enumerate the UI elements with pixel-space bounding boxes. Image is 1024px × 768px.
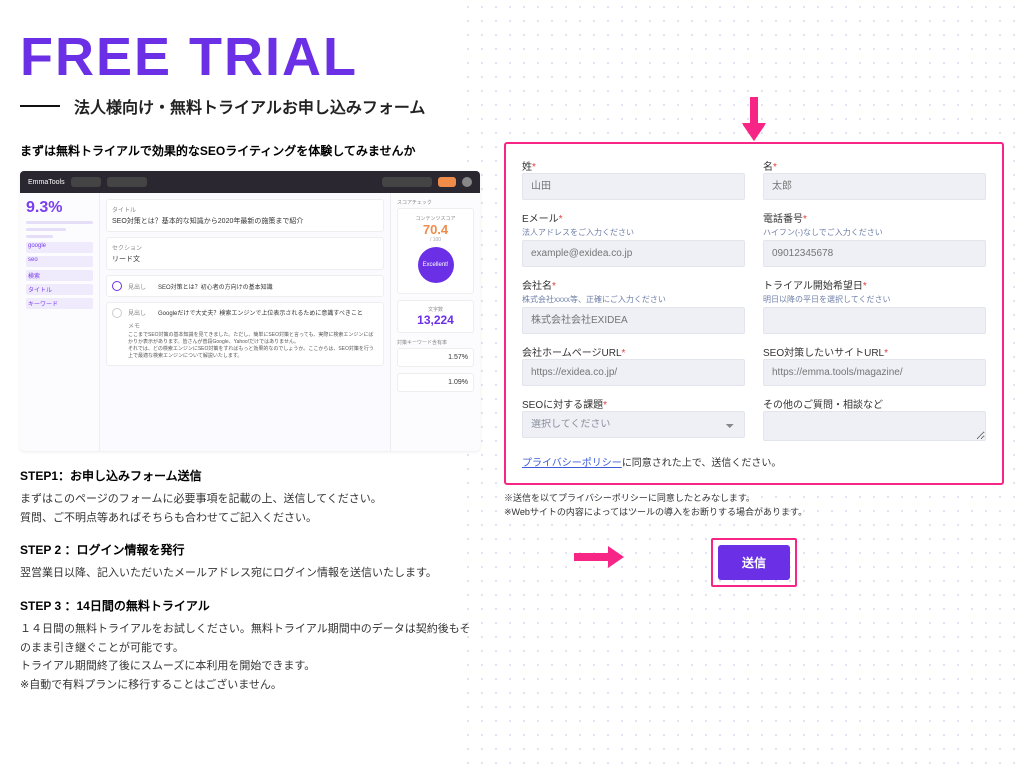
input-firstname[interactable] — [763, 173, 986, 200]
tool-screenshot: EmmaTools 9.3% google seo 検索 タイトル — [20, 171, 480, 451]
step-3: STEP 3 ：14日間の無料トライアル １４日間の無料トライアルをお試しくださ… — [20, 597, 480, 695]
step-title: STEP1：お申し込みフォーム送信 — [20, 467, 480, 484]
input-phone[interactable] — [763, 240, 986, 267]
label-email: Eメール* — [522, 210, 745, 225]
arrow-down-icon — [741, 97, 767, 141]
hint-phone: ハイフン(-)なしでご入力ください — [763, 227, 986, 238]
field-firstname: 名* — [763, 158, 986, 200]
field-other: その他のご質問・相談など — [763, 396, 986, 444]
hint-company: 株式会社xxxx等、正確にご入力ください — [522, 294, 745, 305]
hint-email: 法人アドレスをご入力ください — [522, 227, 745, 238]
screenshot-right: スコアチェック コンテンツスコア 70.4 / 100 Excellent! 文… — [390, 193, 480, 451]
submit-button[interactable]: 送信 — [718, 545, 790, 580]
label-phone: 電話番号* — [763, 210, 986, 225]
excellent-badge: Excellent! — [418, 247, 454, 283]
label-siteurl: SEO対策したいサイトURL* — [763, 344, 986, 359]
screenshot-main: タイトル SEO対策とは？基本的な知識から2020年最新の施策まで紹介 セクショ… — [100, 193, 390, 451]
privacy-link[interactable]: プライバシーポリシー — [522, 458, 622, 469]
tool-name: EmmaTools — [28, 179, 65, 186]
step-1: STEP1：お申し込みフォーム送信 まずはこのページのフォームに必要事項を記載の… — [20, 467, 480, 527]
label-firstname: 名* — [763, 158, 986, 173]
field-phone: 電話番号* ハイフン(-)なしでご入力ください — [763, 210, 986, 267]
label-lastname: 姓* — [522, 158, 745, 173]
step-body: １４日間の無料トライアルをお試しください。無料トライアル期間中のデータは契約後も… — [20, 620, 480, 695]
field-startdate: トライアル開始希望日* 明日以降の平日を選択してください — [763, 277, 986, 334]
label-other: その他のご質問・相談など — [763, 396, 986, 411]
hint-startdate: 明日以降の平日を選択してください — [763, 294, 986, 305]
step-body: まずはこのページのフォームに必要事項を記載の上、送信してください。 質問、ご不明… — [20, 490, 480, 527]
field-issue: SEOに対する課題* 選択してください — [522, 396, 745, 444]
label-issue: SEOに対する課題* — [522, 396, 745, 411]
input-lastname[interactable] — [522, 173, 745, 200]
trial-form: 姓* 名* Eメール* 法人アドレスをご入力ください 電話番号* ハ — [504, 142, 1004, 485]
privacy-row: プライバシーポリシーに同意された上で、送信ください。 — [522, 454, 986, 469]
input-company[interactable] — [522, 307, 745, 334]
input-startdate[interactable] — [763, 307, 986, 334]
field-lastname: 姓* — [522, 158, 745, 200]
submit-highlight: 送信 — [711, 538, 797, 587]
label-company: 会社名* — [522, 277, 745, 292]
screenshot-header: EmmaTools — [20, 171, 480, 193]
subtitle-text: 法人様向け・無料トライアルお申し込みフォーム — [74, 94, 425, 118]
page-title: FREE TRIAL — [20, 30, 1004, 84]
screenshot-sidebar: 9.3% google seo 検索 タイトル キーワード — [20, 193, 100, 451]
textarea-other[interactable] — [763, 411, 986, 441]
input-email[interactable] — [522, 240, 745, 267]
step-2: STEP 2 ：ログイン情報を発行 翌営業日以降、記入いただいたメールアドレス宛… — [20, 541, 480, 583]
radio-icon — [112, 308, 122, 318]
lead-text: まずは無料トライアルで効果的なSEOライティングを体験してみませんか — [20, 142, 480, 159]
label-startdate: トライアル開始希望日* — [763, 277, 986, 292]
select-issue[interactable]: 選択してください — [522, 411, 745, 438]
label-companyurl: 会社ホームページURL* — [522, 344, 745, 359]
score-percent: 9.3% — [26, 199, 93, 217]
arrow-right-icon — [574, 546, 624, 568]
field-siteurl: SEO対策したいサイトURL* — [763, 344, 986, 386]
field-email: Eメール* 法人アドレスをご入力ください — [522, 210, 745, 267]
step-body: 翌営業日以降、記入いただいたメールアドレス宛にログイン情報を送信いたします。 — [20, 564, 480, 583]
subtitle-divider — [20, 105, 60, 107]
field-company: 会社名* 株式会社xxxx等、正確にご入力ください — [522, 277, 745, 334]
page-subtitle: 法人様向け・無料トライアルお申し込みフォーム — [20, 94, 1004, 118]
step-title: STEP 3 ：14日間の無料トライアル — [20, 597, 480, 614]
field-companyurl: 会社ホームページURL* — [522, 344, 745, 386]
input-siteurl[interactable] — [763, 359, 986, 386]
radio-icon — [112, 281, 122, 291]
input-companyurl[interactable] — [522, 359, 745, 386]
step-title: STEP 2 ：ログイン情報を発行 — [20, 541, 480, 558]
sidebar-kw-list: google seo 検索 タイトル キーワード — [26, 242, 93, 309]
form-notes: ※送信を以てプライバシーポリシーに同意したとみなします。 ※Webサイトの内容に… — [504, 491, 1004, 520]
